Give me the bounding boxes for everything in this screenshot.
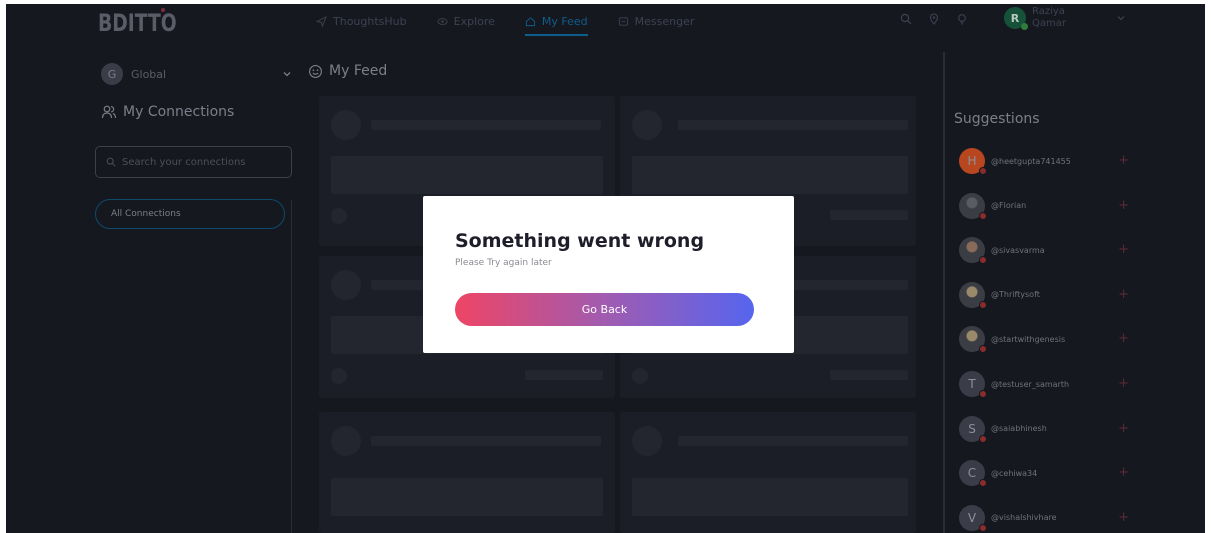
error-title: Something went wrong bbox=[455, 230, 705, 252]
error-subtitle: Please Try again later bbox=[455, 258, 552, 268]
app-window: BDITTO ThoughtsHub Explore My Feed Messe… bbox=[6, 4, 1205, 533]
error-dialog: Something went wrong Please Try again la… bbox=[423, 196, 794, 353]
go-back-button[interactable]: Go Back bbox=[455, 293, 754, 326]
